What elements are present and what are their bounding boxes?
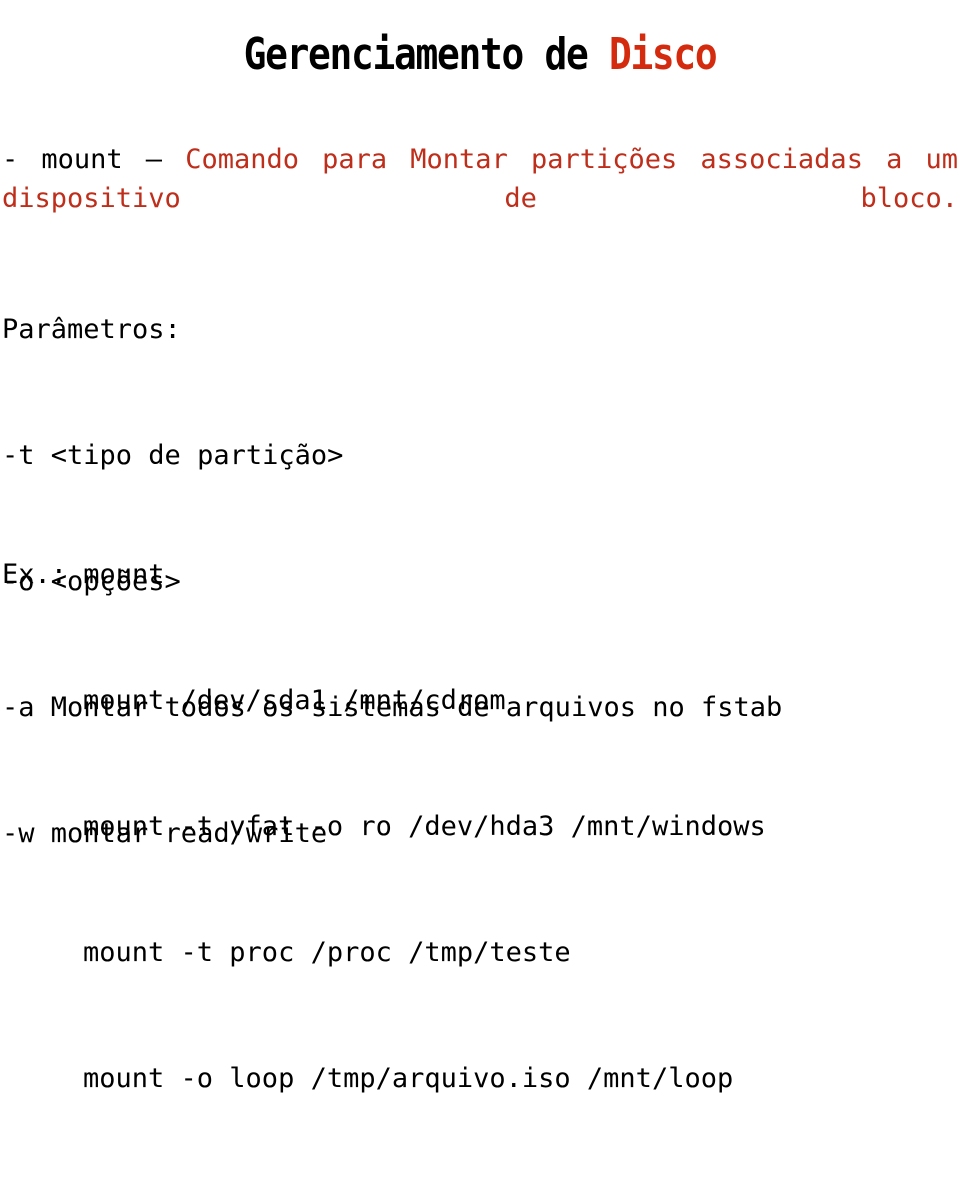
slide: Gerenciamento de Disco - mount – Comando… <box>0 0 960 1094</box>
example-command-mount-vfat: mount -t vfat -o ro /dev/hda3 /mnt/windo… <box>83 811 766 842</box>
example-command-mount-proc: mount -t proc /proc /tmp/teste <box>83 937 571 968</box>
example-command-mount-loop: mount -o loop /tmp/arquivo.iso /mnt/loop <box>83 1063 734 1094</box>
page-title: Gerenciamento de Disco <box>67 29 893 81</box>
intro-command-label: - mount – <box>2 144 186 175</box>
examples-heading: Ex.: mount <box>2 559 165 590</box>
page-title-black-text: Gerenciamento de <box>243 29 609 81</box>
example-command-mount-sda1: mount /dev/sda1 /mnt/cdrom <box>83 685 506 716</box>
examples-block: Ex.: mount mount /dev/sda1 /mnt/cdrom mo… <box>2 470 952 1184</box>
parameters-heading: Parâmetros: <box>2 314 181 345</box>
page-title-red-text: Disco <box>608 29 718 81</box>
